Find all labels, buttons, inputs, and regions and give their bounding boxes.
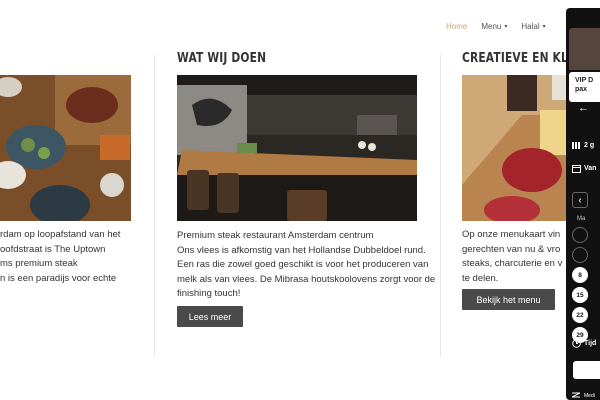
nav-item-halal[interactable]: Halal ▾: [521, 22, 545, 31]
booking-widget: VIP D pax ← 2 g Van ‹ Ma 8 15 15 22: [566, 8, 600, 400]
text-line: rdam op loopafstand van het: [0, 229, 121, 240]
middle-column-text: Premium steak restaurant Amsterdam centr…: [177, 229, 439, 302]
column-divider: [154, 55, 155, 357]
widget-submit-button[interactable]: [573, 361, 600, 379]
calendar-day[interactable]: 15: [572, 287, 588, 303]
nav-item-home[interactable]: Home: [446, 22, 467, 31]
date-value[interactable]: Van: [584, 165, 596, 172]
caret-down-icon: ▾: [542, 23, 546, 30]
charcuterie-photo: [462, 75, 572, 221]
calendar-day[interactable]: [572, 247, 588, 263]
guests-value[interactable]: 2 g: [584, 142, 594, 149]
provider-logo-icon: [571, 391, 581, 400]
nav-label-menu: Menu: [481, 22, 502, 31]
section-body: Ons vlees is afkomstig van het Hollandse…: [177, 244, 436, 300]
section-heading: WAT WIJ DOEN: [177, 51, 267, 66]
vip-subtitle: pax: [575, 86, 588, 93]
restaurant-photo-illustration: [177, 75, 417, 221]
nav-label-home: Home: [446, 22, 468, 31]
vip-title: VIP D: [575, 77, 594, 84]
time-label[interactable]: Tijd: [584, 340, 596, 347]
food-photo: [0, 75, 131, 221]
charcuterie-photo-illustration: [462, 75, 572, 221]
calendar-day[interactable]: [572, 227, 588, 243]
nav-item-menu[interactable]: Menu ▾: [481, 22, 507, 31]
text-line: steaks, charcuterie en v: [462, 258, 563, 269]
text-line: te delen.: [462, 272, 499, 284]
restaurant-photo: [177, 75, 417, 221]
food-photo-illustration: [0, 75, 131, 221]
section-subtitle: Premium steak restaurant Amsterdam centr…: [177, 230, 374, 241]
provider-label: Medi: [584, 393, 595, 399]
calendar-icon: [572, 164, 581, 175]
text-line: oofdstraat is The Uptown: [0, 243, 106, 255]
text-line: Op onze menukaart vin: [462, 229, 561, 240]
top-nav: Home Menu ▾ Halal ▾: [446, 22, 546, 31]
widget-header-image: [569, 28, 600, 70]
text-line: gerechten van nu & vro: [462, 243, 561, 255]
clock-icon: [572, 339, 581, 350]
view-menu-button[interactable]: Bekijk het menu: [462, 289, 555, 310]
vip-deal-card[interactable]: VIP D pax: [569, 72, 600, 102]
column-divider: [440, 55, 441, 357]
left-column-text: rdam op loopafstand van het oofdstraat i…: [0, 228, 140, 286]
back-arrow-icon[interactable]: ←: [578, 102, 589, 114]
text-line: ms premium steak: [0, 258, 78, 269]
calendar-day[interactable]: 22: [572, 307, 588, 323]
weekday-label: Ma: [577, 216, 586, 222]
read-more-button[interactable]: Lees meer: [177, 306, 243, 327]
guests-icon: [572, 141, 581, 152]
text-line: n is een paradijs voor echte: [0, 272, 117, 284]
nav-label-halal: Halal: [521, 22, 540, 31]
prev-month-button[interactable]: ‹: [572, 192, 588, 208]
calendar-day[interactable]: 8: [572, 267, 588, 283]
right-column-text: Op onze menukaart vin gerechten van nu &…: [462, 228, 567, 286]
caret-down-icon: ▾: [504, 23, 508, 30]
